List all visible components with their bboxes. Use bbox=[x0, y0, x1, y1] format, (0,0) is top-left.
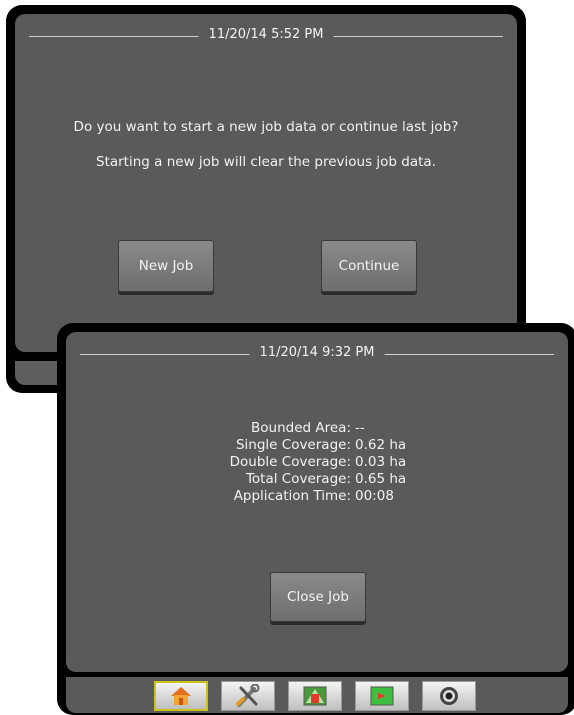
close-job-panel: 11/20/14 9:32 PM Bounded Area: -- Single… bbox=[66, 332, 568, 672]
stat-value: -- bbox=[355, 420, 365, 436]
stat-label: Total Coverage: bbox=[245, 471, 351, 487]
close-job-screen: 11/20/14 9:32 PM Bounded Area: -- Single… bbox=[57, 323, 574, 715]
stat-label: Double Coverage: bbox=[229, 454, 351, 470]
stat-value: 0.03 ha bbox=[355, 454, 407, 470]
map-icon bbox=[370, 686, 394, 706]
stat-row-bounded-area: Bounded Area: -- bbox=[66, 420, 568, 437]
stat-label: Single Coverage: bbox=[235, 437, 351, 453]
stat-row-single-coverage: Single Coverage: 0.62 ha bbox=[66, 437, 568, 454]
question-text: Do you want to start a new job data or c… bbox=[73, 119, 459, 135]
stat-row-double-coverage: Double Coverage: 0.03 ha bbox=[66, 454, 568, 471]
continue-button[interactable]: Continue bbox=[321, 240, 417, 292]
close-job-button[interactable]: Close Job bbox=[270, 572, 366, 622]
bottom-nav-bar bbox=[66, 677, 568, 713]
home-icon bbox=[171, 687, 191, 705]
job-stats: Bounded Area: -- Single Coverage: 0.62 h… bbox=[66, 420, 568, 505]
stat-label: Bounded Area: bbox=[251, 420, 351, 436]
warning-text: Starting a new job will clear the previo… bbox=[96, 154, 436, 170]
camera-icon bbox=[440, 687, 458, 705]
nav-tab-vehicle-view[interactable] bbox=[288, 681, 342, 711]
datetime-header: 11/20/14 9:32 PM bbox=[80, 345, 554, 360]
datetime-text: 11/20/14 5:52 PM bbox=[198, 27, 334, 42]
stat-value: 0.65 ha bbox=[355, 471, 407, 487]
stat-value: 00:08 bbox=[355, 488, 394, 504]
vehicle-view-icon bbox=[303, 686, 327, 706]
new-job-panel: 11/20/14 5:52 PM Do you want to start a … bbox=[15, 14, 517, 352]
nav-tab-camera[interactable] bbox=[422, 681, 476, 711]
datetime-text: 11/20/14 9:32 PM bbox=[249, 345, 385, 360]
tools-icon bbox=[236, 684, 260, 707]
new-job-button[interactable]: New Job bbox=[118, 240, 214, 292]
stat-label: Application Time: bbox=[233, 488, 351, 504]
datetime-header: 11/20/14 5:52 PM bbox=[29, 27, 503, 42]
stat-value: 0.62 ha bbox=[355, 437, 407, 453]
nav-tab-home[interactable] bbox=[154, 681, 208, 711]
nav-tab-tools[interactable] bbox=[221, 681, 275, 711]
stat-row-application-time: Application Time: 00:08 bbox=[66, 488, 568, 505]
stat-row-total-coverage: Total Coverage: 0.65 ha bbox=[66, 471, 568, 488]
nav-tab-map[interactable] bbox=[355, 681, 409, 711]
